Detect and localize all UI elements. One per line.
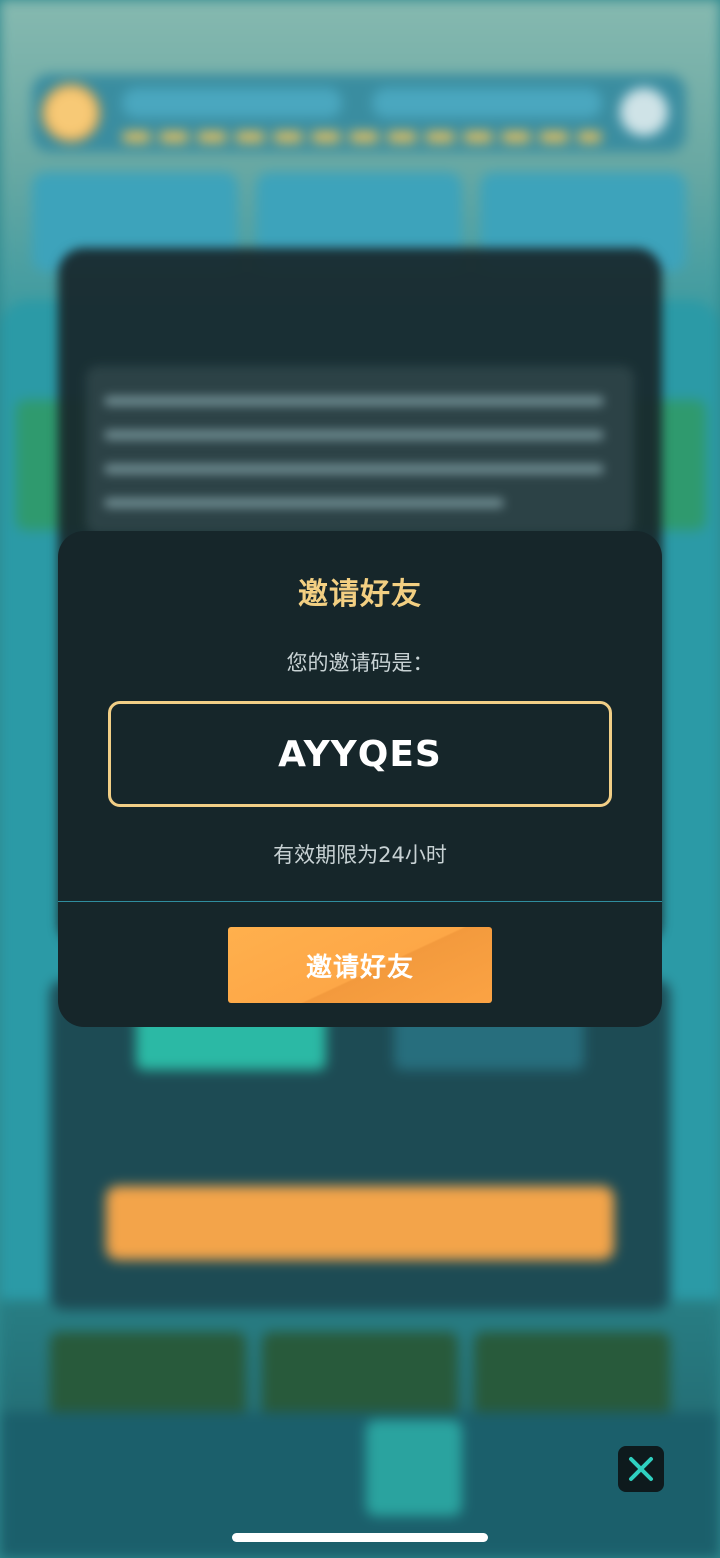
top-status-bar — [32, 74, 686, 152]
validity-note: 有效期限为24小时 — [273, 843, 447, 867]
text-line — [104, 430, 604, 440]
reward-card — [262, 1332, 458, 1422]
resource-pill — [122, 88, 342, 118]
settings-gear-icon — [620, 88, 668, 136]
invite-code-value[interactable]: AYYQES — [278, 734, 442, 775]
invite-code-label: 您的邀请码是： — [286, 651, 434, 675]
active-tab — [366, 1420, 462, 1516]
resource-pill — [372, 88, 602, 118]
text-line — [104, 498, 504, 508]
xp-bar — [122, 132, 602, 142]
bg-invite-button — [106, 1186, 614, 1260]
invite-friend-dialog: 邀请好友 您的邀请码是： AYYQES 有效期限为24小时 邀请好友 — [58, 531, 662, 1027]
home-indicator[interactable] — [232, 1533, 488, 1542]
text-line — [104, 464, 604, 474]
invite-code-box[interactable]: AYYQES — [108, 701, 612, 807]
reward-card — [50, 1332, 246, 1422]
close-button[interactable] — [618, 1446, 664, 1492]
close-x-icon — [629, 1457, 653, 1481]
level-badge — [42, 84, 100, 142]
background-dialog-text — [86, 366, 634, 534]
reward-card — [474, 1332, 670, 1422]
dialog-title: 邀请好友 — [298, 577, 422, 612]
divider — [58, 901, 662, 902]
invite-friend-button[interactable]: 邀请好友 — [228, 927, 492, 1003]
text-line — [104, 396, 604, 406]
